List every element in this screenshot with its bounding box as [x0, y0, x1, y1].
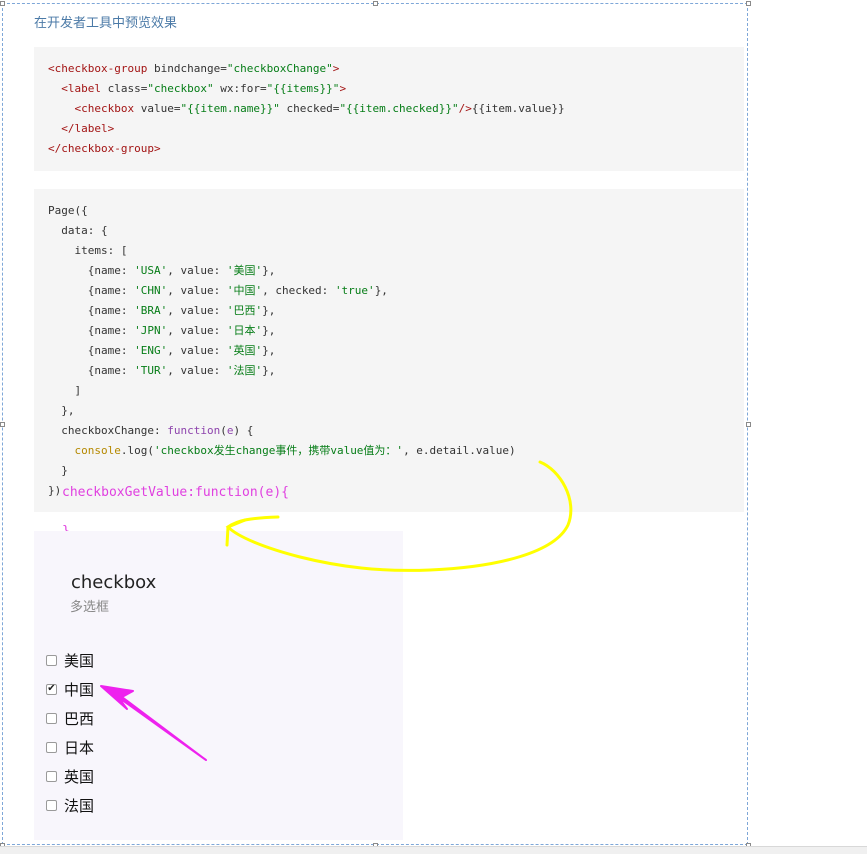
- magenta-arrow: [100, 685, 207, 761]
- yellow-arrow-curve: [225, 460, 573, 572]
- annotation-layer: [100, 460, 573, 761]
